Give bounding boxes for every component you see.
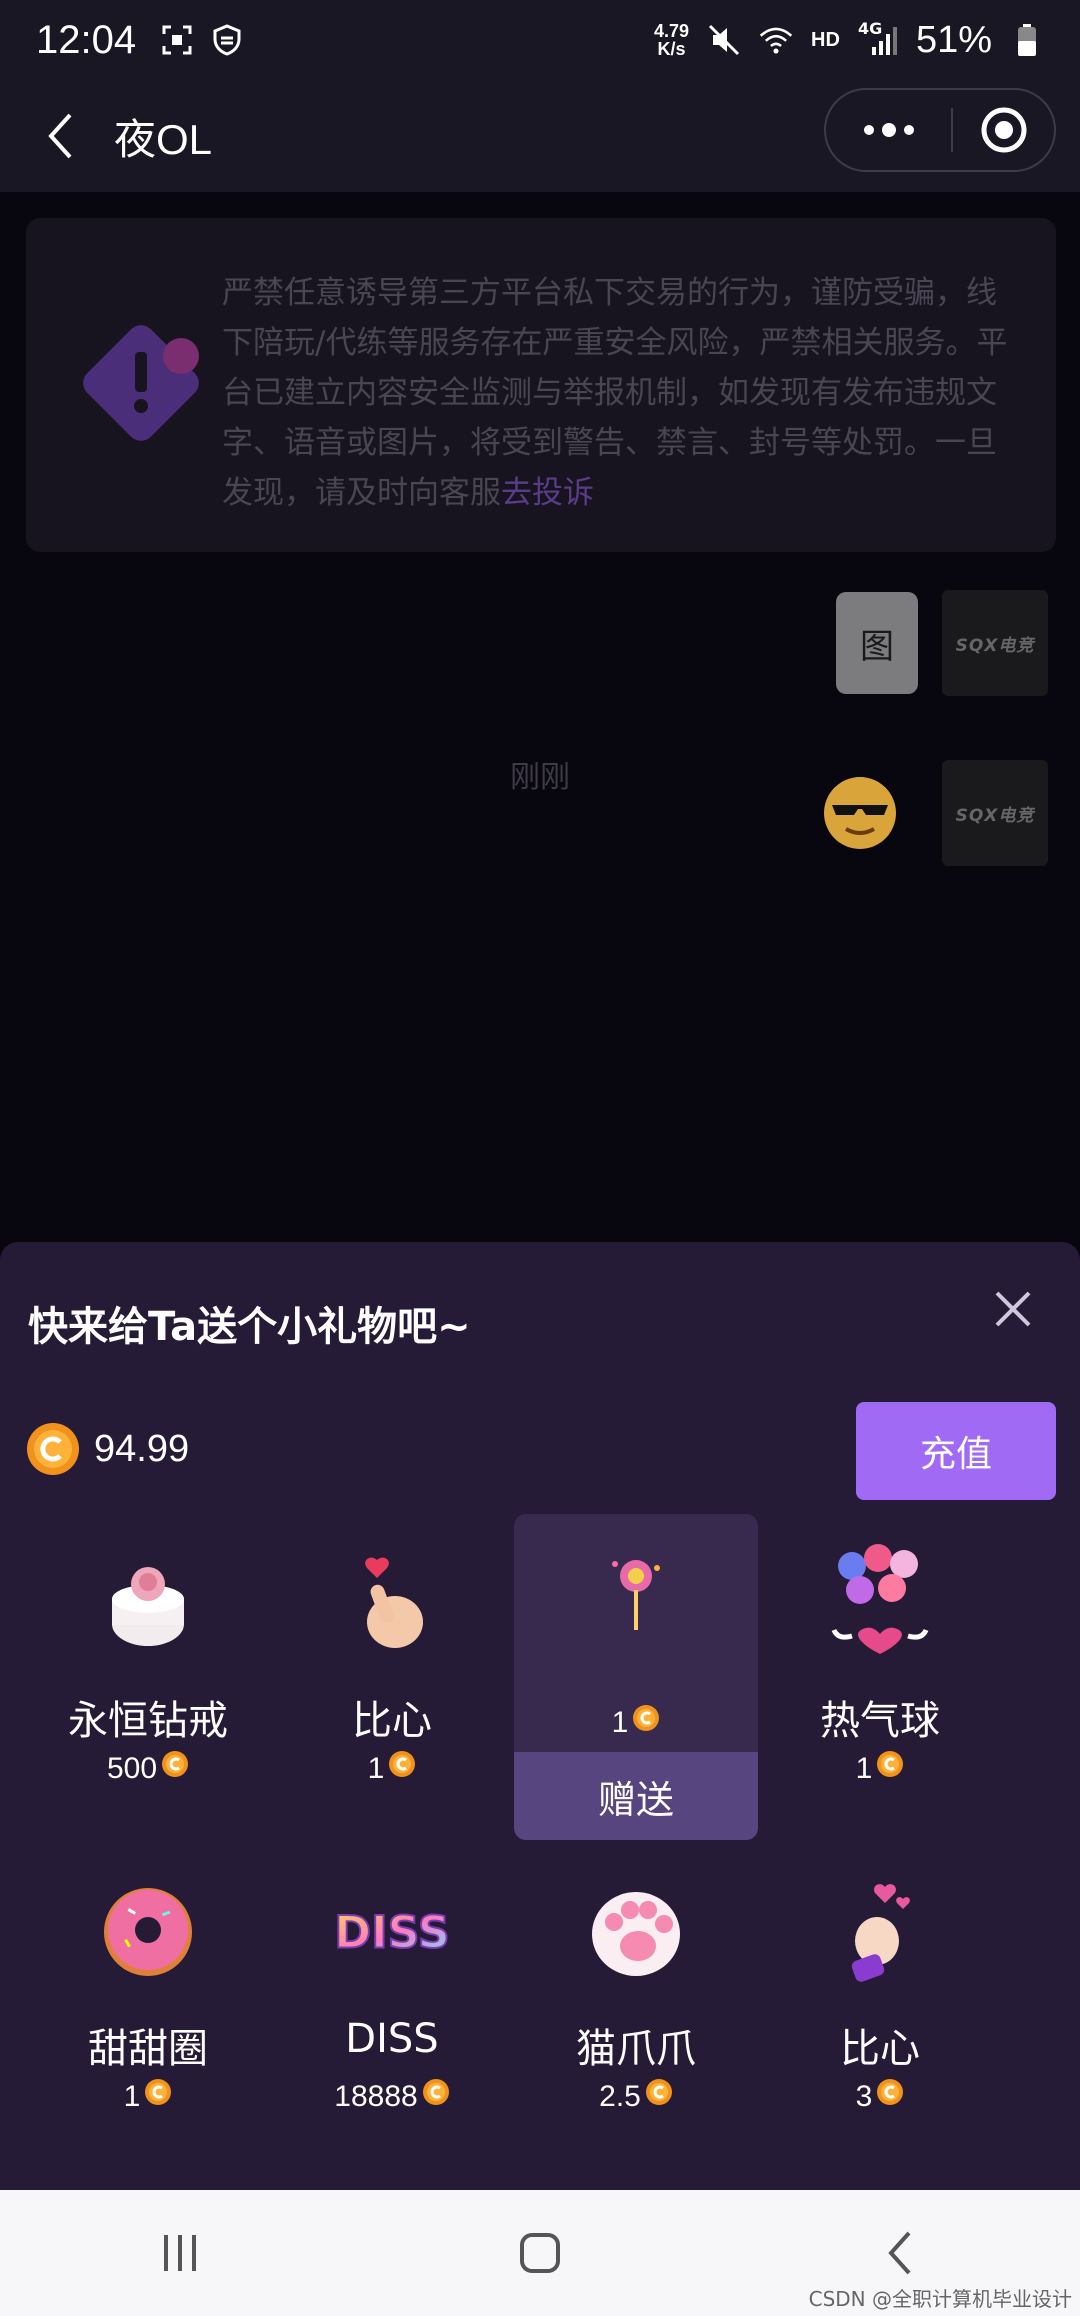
recent-apps-icon xyxy=(164,2235,196,2271)
send-gift-button[interactable]: 赠送 xyxy=(514,1752,758,1840)
svg-text:DISS: DISS xyxy=(334,1907,450,1958)
gift-item[interactable]: 猫爪爪 2.5 xyxy=(514,1852,758,2178)
report-link[interactable]: 去投诉 xyxy=(501,475,594,511)
gift-panel: 快来给Ta送个小礼物吧~ 94.99 充值 永恒钻戒 500 比心 1 1 赠送… xyxy=(0,1242,1080,2190)
warning-icon xyxy=(83,325,199,441)
balloons-icon xyxy=(820,1544,940,1664)
gift-price: 3 xyxy=(855,2080,873,2113)
recharge-button[interactable]: 充值 xyxy=(856,1402,1056,1500)
gift-item[interactable]: 热气球 1 xyxy=(758,1524,1002,1850)
screenshot-icon xyxy=(160,23,194,57)
miniprogram-capsule xyxy=(824,88,1056,172)
battery-icon xyxy=(1010,23,1044,57)
gift-price: 2.5 xyxy=(599,2080,641,2113)
gift-item[interactable]: 甜甜圈 1 xyxy=(26,1852,270,2178)
balance-row: 94.99 xyxy=(26,1422,189,1476)
home-button[interactable] xyxy=(500,2213,580,2293)
donut-icon xyxy=(88,1872,208,1992)
hd-label: HD xyxy=(811,28,840,51)
cat-paw-icon xyxy=(576,1872,696,1992)
gift-name: 热气球 xyxy=(820,1698,940,1744)
gift-name: 猫爪爪 xyxy=(576,2026,696,2072)
gift-item[interactable]: 永恒钻戒 500 xyxy=(26,1524,270,1850)
home-icon xyxy=(520,2233,560,2273)
hand-heart-icon xyxy=(820,1872,940,1992)
signal-icon: 4G xyxy=(858,19,898,57)
message-row: 图 SQX电竞 xyxy=(836,590,1048,696)
coin-icon xyxy=(877,1751,904,1777)
status-bar: 12:04 4.79 K/s HD 4G 51% xyxy=(0,0,1080,80)
notice-text: 严禁任意诱导第三方平台私下交易的行为，谨防受骗，线下陪玩/代练等服务存在严重安全… xyxy=(222,275,1008,511)
message-row: SQX电竞 xyxy=(822,760,1048,866)
recent-apps-button[interactable] xyxy=(140,2213,220,2293)
coin-icon xyxy=(633,1705,660,1731)
gift-name: DISS xyxy=(345,2016,439,2062)
coin-icon xyxy=(162,1751,189,1777)
app-header: 夜OL xyxy=(0,80,1080,192)
balance-value: 94.99 xyxy=(94,1427,190,1470)
status-time: 12:04 xyxy=(36,17,137,62)
gift-name: 比心 xyxy=(840,2026,920,2072)
avatar[interactable]: SQX电竞 xyxy=(942,590,1048,696)
coin-icon xyxy=(645,2079,672,2105)
avatar[interactable]: SQX电竞 xyxy=(942,760,1048,866)
wifi-icon xyxy=(759,23,793,57)
exit-miniprogram-button[interactable] xyxy=(953,90,1054,170)
close-button[interactable] xyxy=(982,1278,1044,1340)
watermark: CSDN @全职计算机毕业设计 xyxy=(808,2287,1072,2311)
coin-icon xyxy=(27,1423,79,1475)
battery-percent: 51% xyxy=(915,18,992,61)
panel-title: 快来给Ta送个小礼物吧~ xyxy=(28,1304,471,1350)
gift-price: 500 xyxy=(106,1752,158,1785)
coin-icon xyxy=(145,2079,172,2105)
gift-price: 1 xyxy=(367,1752,385,1785)
diss-icon: DISS xyxy=(332,1872,452,1992)
image-message[interactable]: 图 xyxy=(836,592,918,694)
gift-price: 18888 xyxy=(334,2080,418,2113)
coin-icon xyxy=(877,2079,904,2105)
mute-icon xyxy=(707,23,741,57)
chevron-left-icon xyxy=(48,113,72,159)
shield-icon xyxy=(210,23,244,57)
gift-item[interactable]: 比心 1 xyxy=(270,1524,514,1850)
more-dots-icon xyxy=(863,123,914,137)
coin-icon xyxy=(422,2079,449,2105)
gift-item[interactable]: DISS DISS 18888 xyxy=(270,1852,514,2178)
more-button[interactable] xyxy=(826,90,951,170)
gift-price: 1 xyxy=(855,1752,873,1785)
page-title: 夜OL xyxy=(114,115,213,163)
rose-cake-icon xyxy=(88,1544,208,1664)
close-icon xyxy=(995,1291,1031,1327)
safety-notice: 严禁任意诱导第三方平台私下交易的行为，谨防受骗，线下陪玩/代练等服务存在严重安全… xyxy=(26,218,1056,552)
chevron-left-icon xyxy=(888,2231,911,2275)
gift-price: 1 xyxy=(611,1706,629,1739)
gift-price: 1 xyxy=(123,2080,141,2113)
gift-name: 比心 xyxy=(352,1698,432,1744)
net-speed: 4.79 K/s xyxy=(654,21,690,59)
back-button[interactable] xyxy=(30,106,90,166)
coin-icon xyxy=(389,1751,416,1777)
gift-name: 永恒钻戒 xyxy=(68,1698,228,1744)
chat-area[interactable]: 严禁任意诱导第三方平台私下交易的行为，谨防受骗，线下陪玩/代练等服务存在严重安全… xyxy=(0,192,1080,1242)
gift-item[interactable]: 比心 3 xyxy=(758,1852,1002,2178)
gift-item-selected[interactable]: 1 赠送 xyxy=(514,1514,758,1840)
system-nav-bar: CSDN @全职计算机毕业设计 xyxy=(0,2190,1080,2316)
lollipop-icon xyxy=(576,1534,696,1654)
system-back-button[interactable] xyxy=(860,2213,940,2293)
target-circle-icon xyxy=(981,107,1026,153)
sunglasses-emoji-icon xyxy=(824,777,896,849)
gift-name: 甜甜圈 xyxy=(88,2026,208,2072)
finger-heart-icon xyxy=(332,1544,452,1664)
